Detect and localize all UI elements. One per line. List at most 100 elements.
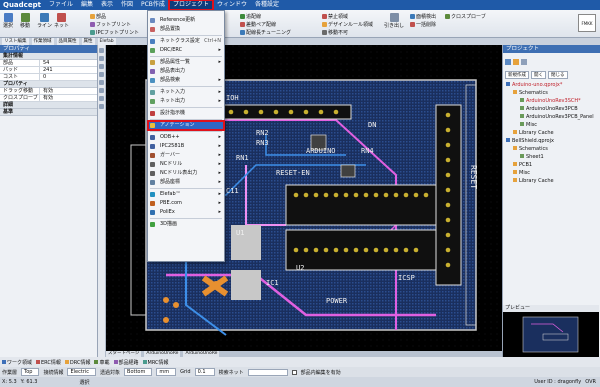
menu-settings[interactable]: 各種設定 (251, 0, 283, 10)
project-menu-item[interactable]: 3D描画 (148, 220, 224, 229)
tool-icon[interactable] (99, 96, 104, 101)
enable-checkbox[interactable] (291, 369, 297, 375)
tool-icon[interactable] (99, 64, 104, 69)
extra-route-button[interactable]: 追配線 (240, 13, 261, 20)
menu-pcb[interactable]: PCB作成 (137, 0, 169, 10)
project-menu-item[interactable]: NCドリル表出力 ▸ (148, 169, 224, 178)
ipc-footprint-button[interactable]: IPCフットプリント (90, 29, 139, 36)
project-menu-item[interactable]: IPC2581B ▸ (148, 142, 224, 151)
project-menu-item[interactable]: ネット入力 ▸ (148, 88, 224, 97)
tab-work-area[interactable]: 作業領域 (31, 38, 54, 45)
project-tree-item[interactable]: PCB1 (503, 161, 600, 169)
close-project-button[interactable]: 閉じる (548, 71, 568, 79)
summary-section[interactable]: 集計情報 (0, 53, 97, 60)
open-project-button[interactable]: 開く (531, 71, 546, 79)
net-button[interactable]: ネット (54, 13, 69, 29)
legend-item[interactable]: ERC情報 (36, 359, 61, 366)
tool-icon[interactable] (99, 104, 104, 109)
project-menu-item[interactable]: 部品検索 ▸ (148, 76, 224, 85)
part-button[interactable]: 部品 (90, 13, 106, 20)
menu-draw[interactable]: 作図 (117, 0, 137, 10)
tab-elefab[interactable]: Elefab (97, 38, 116, 45)
tool-icon[interactable] (99, 88, 104, 93)
menu-window[interactable]: ウィンドウ (213, 0, 251, 10)
project-menu-item[interactable]: アノテーション (147, 120, 225, 131)
legend-item[interactable]: 部品経路 (113, 359, 139, 366)
select-button[interactable]: 選択 (3, 13, 13, 29)
reference-section[interactable]: 基準 (0, 109, 97, 116)
project-tree-item[interactable]: Sheet1 (503, 153, 600, 161)
net-info-select[interactable]: Electric (67, 368, 96, 376)
project-menu-item[interactable]: 部品表出力 (148, 67, 224, 76)
tool-icon[interactable] (99, 72, 104, 77)
property-value[interactable]: 有効 (40, 95, 53, 101)
legend-item[interactable]: ワーク領域 (2, 359, 32, 366)
menu-view[interactable]: 表示 (97, 0, 117, 10)
project-tree-item[interactable]: ArduinoUnoRev3SCH* (503, 97, 600, 105)
unit-select[interactable]: mm (156, 368, 177, 376)
project-tree-item[interactable]: Arduino-uno.qprojx* (503, 81, 600, 89)
menu-edit[interactable]: 編集 (77, 0, 97, 10)
project-menu-item[interactable]: ガーバー ▸ (148, 151, 224, 160)
line-button[interactable]: ライン (37, 13, 52, 29)
project-menu-item[interactable]: 部品置換 (148, 25, 224, 34)
project-menu-item[interactable]: 設計指示機 (148, 109, 224, 118)
project-menu-item[interactable]: 部品座標 ▸ (148, 178, 224, 187)
project-tree-item[interactable]: Schematics (503, 145, 600, 153)
project-menu-item[interactable]: Reference更新 (148, 16, 224, 25)
cross-probe-button[interactable]: クロスプローブ (445, 13, 486, 20)
reset-en-text: RESET-EN (276, 169, 310, 177)
project-tree-item[interactable]: ArduinoUnoRev3PCB_Panel (503, 113, 600, 121)
project-tree-item[interactable]: Misc (503, 121, 600, 129)
project-menu-item[interactable]: DRC/ERC ▸ (148, 46, 224, 55)
property-section[interactable]: プロパティ (0, 81, 97, 88)
tab-attr[interactable]: 属性 (81, 38, 95, 45)
project-menu-item[interactable]: PBE.com ▸ (148, 199, 224, 208)
project-tree-item[interactable]: Schematics (503, 89, 600, 97)
project-menu-item[interactable]: 部品属性一覧 ▸ (148, 58, 224, 67)
keepout-button[interactable]: 禁止領域 (322, 13, 348, 20)
tool-icon[interactable] (99, 80, 104, 85)
transparent-layer-select[interactable]: Bottom (124, 368, 153, 376)
search-net-input[interactable] (247, 368, 288, 376)
save-icon[interactable] (521, 59, 527, 65)
grid-input[interactable]: 0.1 (194, 368, 215, 376)
area-detect-button[interactable]: 面積検出 (410, 13, 436, 20)
legend-item[interactable]: MRC情報 (142, 359, 169, 366)
project-tree-item[interactable]: Library Cache (503, 177, 600, 185)
project-tree-item[interactable]: Misc (503, 169, 600, 177)
legend-item[interactable]: DRC情報 (64, 359, 90, 366)
property-row[interactable]: クロスプローブ 有効 (0, 95, 97, 102)
project-menu-item[interactable]: Elefab™ ▸ (148, 190, 224, 199)
property-row[interactable]: ドラッグ移動 有効 (0, 88, 97, 95)
new-project-button[interactable]: 新規作成 (505, 71, 529, 79)
new-project-icon[interactable] (505, 59, 511, 65)
tab-list-edit[interactable]: リスト編集 (2, 38, 29, 45)
bulk-delete-button[interactable]: 一括削除 (410, 21, 436, 28)
design-rule-button[interactable]: デザインルール領域 (322, 21, 373, 28)
project-tree-item[interactable]: Library Cache (503, 129, 600, 137)
project-menu-item[interactable]: ODB++ ▸ (148, 133, 224, 142)
project-menu-item[interactable]: ネット出力 ▸ (148, 97, 224, 106)
property-value[interactable]: 有効 (40, 88, 53, 94)
project-menu-item[interactable]: PoliEx ▸ (148, 208, 224, 217)
pull-out-button[interactable]: 引き出し (384, 13, 404, 29)
project-menu-item[interactable]: NCドリル ▸ (148, 160, 224, 169)
length-tune-button[interactable]: 配線長チューニング (240, 29, 291, 36)
diff-pair-button[interactable]: 差動ペア配線 (240, 21, 276, 28)
move-button[interactable]: 移動 (20, 13, 30, 29)
tool-icon[interactable] (99, 56, 104, 61)
menu-project[interactable]: プロジェクト (167, 0, 214, 11)
legend-item[interactable]: 車載 (94, 359, 110, 366)
project-menu-item[interactable]: ネットクラス設定 Ctrl+N (148, 37, 224, 46)
tool-icon[interactable] (99, 48, 104, 53)
detail-section[interactable]: 詳細 (0, 102, 97, 109)
tab-item-attr[interactable]: 品目属性 (56, 38, 79, 45)
lock-button[interactable]: 移動不可 (322, 29, 348, 36)
open-folder-icon[interactable] (513, 59, 519, 65)
work-layer-select[interactable]: Top (21, 368, 40, 376)
project-tree-item[interactable]: ArduinoUnoRev3PCB (503, 105, 600, 113)
menu-file[interactable]: ファイル (45, 0, 77, 10)
footprint-button[interactable]: フットプリント (90, 21, 131, 28)
project-tree-item[interactable]: BellShield.qprojx (503, 137, 600, 145)
